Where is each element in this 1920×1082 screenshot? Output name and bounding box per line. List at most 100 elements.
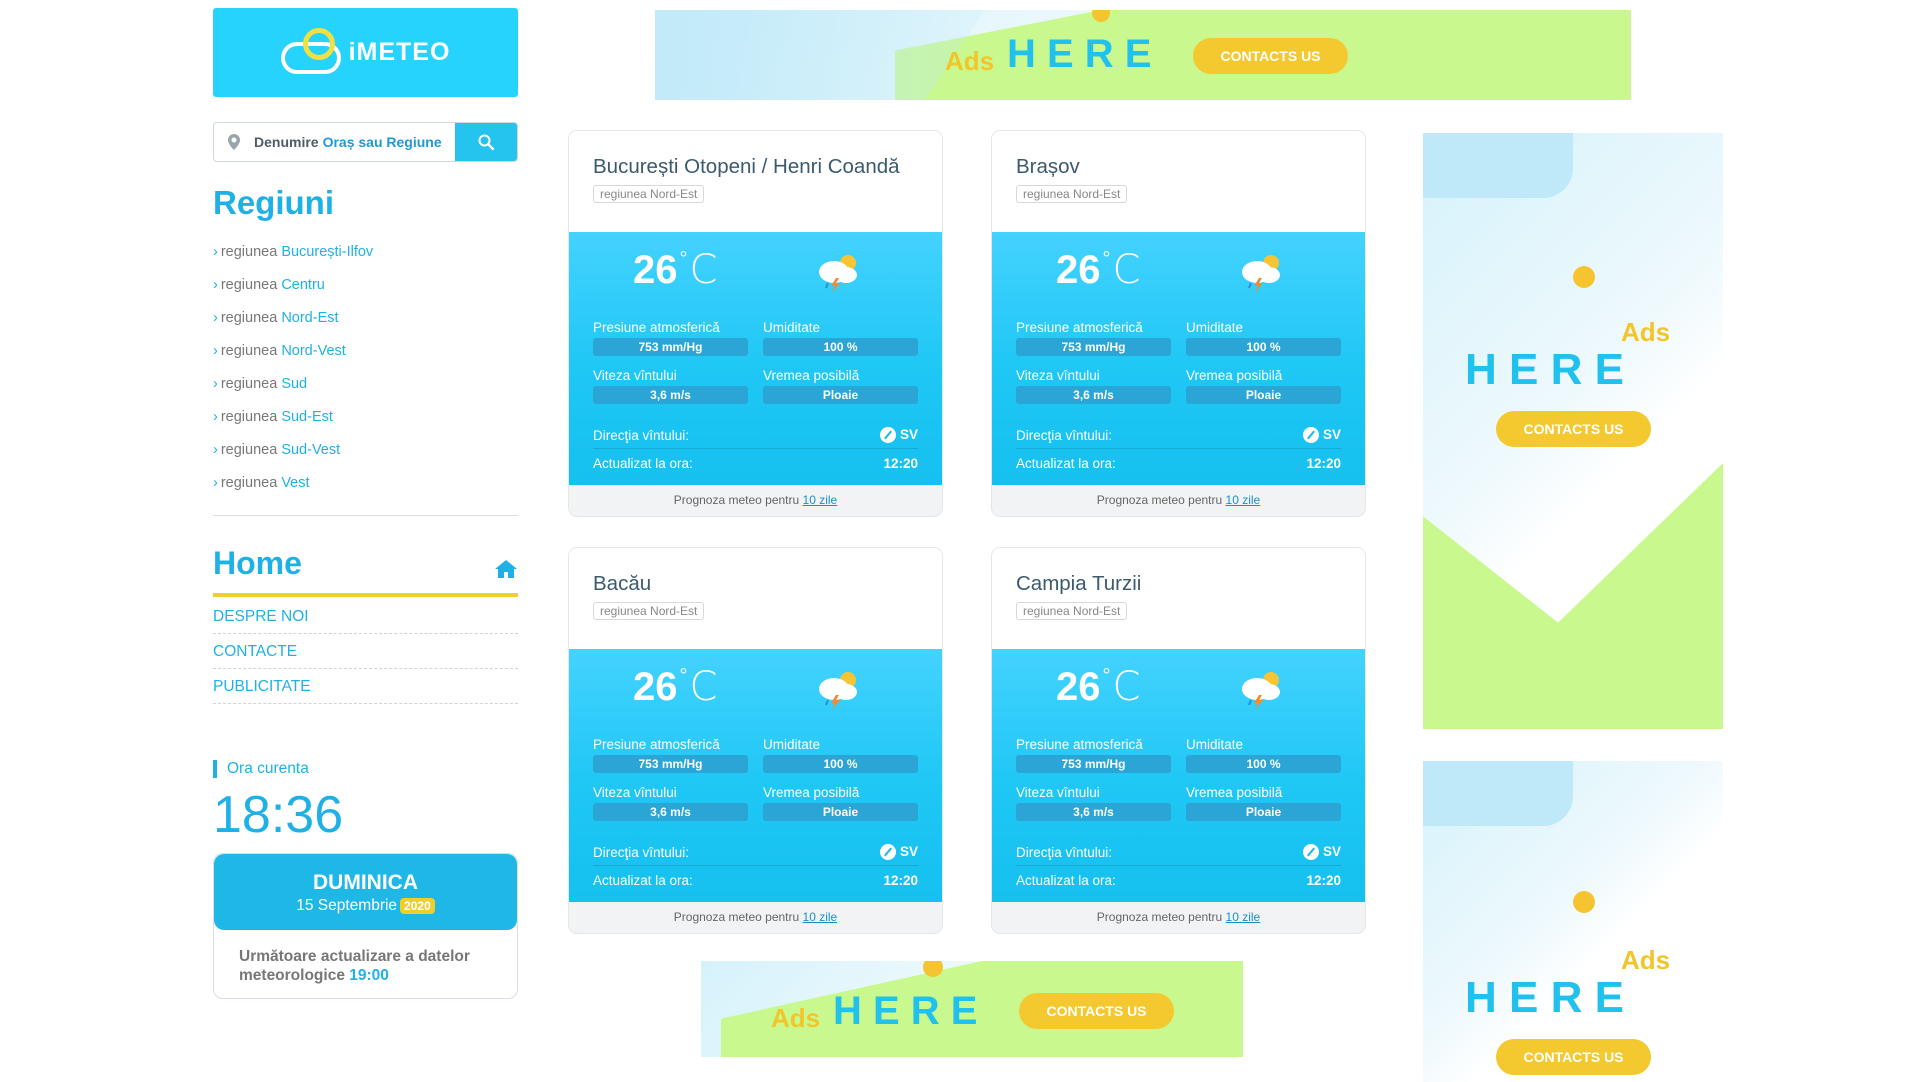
- wind-direction-label: Direcţia vîntului:: [593, 844, 690, 860]
- wind-direction-value: SV: [1322, 843, 1341, 859]
- pressure-label: Presiune atmosferică: [593, 737, 720, 752]
- region-prefix: regiunea: [220, 310, 278, 326]
- temperature: 26 °C: [633, 664, 717, 710]
- forecast-text: Prognoza meteo pentru: [673, 493, 800, 507]
- humidity-value: 100 %: [763, 338, 918, 356]
- forecast-link[interactable]: 10 zile: [803, 910, 838, 924]
- pressure-label: Presiune atmosferică: [593, 320, 720, 335]
- region-item[interactable]: › regiunea Sud-Est: [213, 409, 518, 442]
- ad-ads-word: Ads: [1621, 317, 1671, 347]
- wind-speed-value: 3,6 m/s: [593, 803, 748, 821]
- home-title: Home: [213, 545, 302, 581]
- updated-time: 12:20: [883, 456, 918, 471]
- year-badge: 2020: [400, 898, 435, 914]
- chevron-right-icon: ›: [213, 442, 218, 458]
- temp-value: 26: [633, 248, 678, 292]
- region-prefix: regiunea: [220, 409, 278, 425]
- region-name[interactable]: Nord-Vest: [281, 343, 345, 359]
- menu-item-despre-noi[interactable]: DESPRE NOI: [213, 599, 518, 634]
- storm-cloud-icon: [819, 672, 857, 710]
- ad-ads-word: Ads: [1621, 945, 1671, 975]
- search-box[interactable]: Denumire Oraș sau Regiune: [213, 122, 518, 162]
- temp-unit: C: [689, 664, 718, 710]
- region-item[interactable]: › regiunea Vest: [213, 475, 518, 508]
- region-item[interactable]: › regiunea Nord-Vest: [213, 343, 518, 376]
- region-item[interactable]: › regiunea Sud-Vest: [213, 442, 518, 475]
- region-item[interactable]: › regiunea Centru: [213, 277, 518, 310]
- degree-symbol: °: [679, 248, 688, 270]
- region-item[interactable]: › regiunea Sud: [213, 376, 518, 409]
- forecast-link[interactable]: 10 zile: [803, 493, 838, 507]
- wind-direction-value: SV: [1322, 426, 1341, 442]
- weather-card[interactable]: Brașov regiunea Nord-Est 26 °C Presiune atmo…: [992, 131, 1365, 516]
- card-region-badge[interactable]: regiunea Nord-Est: [593, 185, 705, 203]
- region-name[interactable]: Nord-Est: [281, 310, 338, 326]
- wind-direction-label: Direcţia vîntului:: [593, 427, 690, 443]
- region-prefix: regiunea: [220, 343, 278, 359]
- pressure-value: 753 mm/Hg: [1016, 755, 1171, 773]
- weather-card[interactable]: Campia Turzii regiunea Nord-Est 26 °C Presiu…: [992, 548, 1365, 933]
- forecast-link[interactable]: 10 zile: [1226, 910, 1261, 924]
- humidity-label: Umiditate: [763, 320, 821, 335]
- menu-item-contacte[interactable]: CONTACTE: [213, 634, 518, 669]
- card-city[interactable]: Bacău: [593, 572, 918, 596]
- menu-item-publicitate[interactable]: PUBLICITATE: [213, 669, 518, 704]
- region-item[interactable]: › regiunea Nord-Est: [213, 310, 518, 343]
- pressure-value: 753 mm/Hg: [593, 338, 748, 356]
- ad-side-1[interactable]: Ads H E R E CONTACTS US: [1423, 133, 1723, 729]
- wind-direction-label: Direcţia vîntului:: [1016, 844, 1113, 860]
- home-icon[interactable]: [494, 559, 518, 579]
- temp-value: 26: [1056, 248, 1101, 292]
- wind-speed-label: Viteza vîntului: [1016, 785, 1100, 800]
- chevron-right-icon: ›: [213, 244, 218, 260]
- region-name[interactable]: Sud-Est: [281, 409, 333, 425]
- card-region-badge[interactable]: regiunea Nord-Est: [593, 602, 705, 620]
- region-name[interactable]: Sud-Vest: [281, 442, 340, 458]
- compass-icon: [879, 427, 896, 444]
- humidity-label: Umiditate: [1186, 737, 1244, 752]
- search-input[interactable]: Denumire Oraș sau Regiune: [254, 123, 455, 161]
- forecast-link[interactable]: 10 zile: [1226, 493, 1261, 507]
- ad-contacts-button[interactable]: CONTACTS US: [1019, 993, 1174, 1029]
- region-name[interactable]: Sud: [281, 376, 307, 392]
- card-city[interactable]: Brașov: [1016, 155, 1341, 179]
- wind-speed-value: 3,6 m/s: [1016, 803, 1171, 821]
- region-name[interactable]: București-Ilfov: [281, 244, 373, 260]
- compass-icon: [1302, 844, 1319, 861]
- ad-side-2[interactable]: Ads H E R E CONTACTS US: [1423, 761, 1723, 1082]
- date-text: 15 Septembrie: [296, 897, 398, 914]
- degree-symbol: °: [1102, 248, 1111, 270]
- ad-contacts-button[interactable]: CONTACTS US: [1496, 411, 1651, 447]
- site-logo[interactable]: iMETEO: [213, 8, 518, 97]
- ad-contacts-button[interactable]: CONTACTS US: [1496, 1039, 1651, 1075]
- weather-card[interactable]: Bacău regiunea Nord-Est 26 °C Presiune atmos…: [569, 548, 942, 933]
- region-prefix: regiunea: [220, 277, 278, 293]
- humidity-label: Umiditate: [1186, 320, 1244, 335]
- home-header[interactable]: Home: [213, 545, 518, 597]
- card-region-badge[interactable]: regiunea Nord-Est: [1016, 185, 1128, 203]
- region-name[interactable]: Centru: [281, 277, 325, 293]
- humidity-value: 100 %: [1186, 338, 1341, 356]
- search-placeholder-a: Denumire: [254, 134, 319, 150]
- chevron-right-icon: ›: [213, 277, 218, 293]
- compass-icon: [879, 844, 896, 861]
- card-region-badge[interactable]: regiunea Nord-Est: [1016, 602, 1128, 620]
- temperature: 26 °C: [1056, 247, 1140, 293]
- ad-banner-top[interactable]: Ads H E R E CONTACTS US: [655, 10, 1631, 100]
- ad-contacts-button[interactable]: CONTACTS US: [1193, 38, 1348, 74]
- weather-card[interactable]: București Otopeni / Henri Coandă regiunea…: [569, 131, 942, 516]
- card-city[interactable]: București Otopeni / Henri Coandă: [593, 155, 918, 179]
- weather-value: Ploaie: [763, 803, 918, 821]
- pressure-label: Presiune atmosferică: [1016, 737, 1143, 752]
- search-button[interactable]: [455, 123, 517, 161]
- temp-value: 26: [633, 665, 678, 709]
- region-name[interactable]: Vest: [281, 475, 309, 491]
- card-city[interactable]: Campia Turzii: [1016, 572, 1341, 596]
- ad-banner-bottom[interactable]: Ads H E R E CONTACTS US: [701, 961, 1243, 1057]
- humidity-value: 100 %: [1186, 755, 1341, 773]
- region-item[interactable]: › regiunea București-Ilfov: [213, 244, 518, 277]
- temperature: 26 °C: [1056, 664, 1140, 710]
- next-update-time: 19:00: [349, 967, 389, 984]
- weather-value: Ploaie: [1186, 803, 1341, 821]
- updated-label: Actualizat la ora:: [593, 873, 693, 888]
